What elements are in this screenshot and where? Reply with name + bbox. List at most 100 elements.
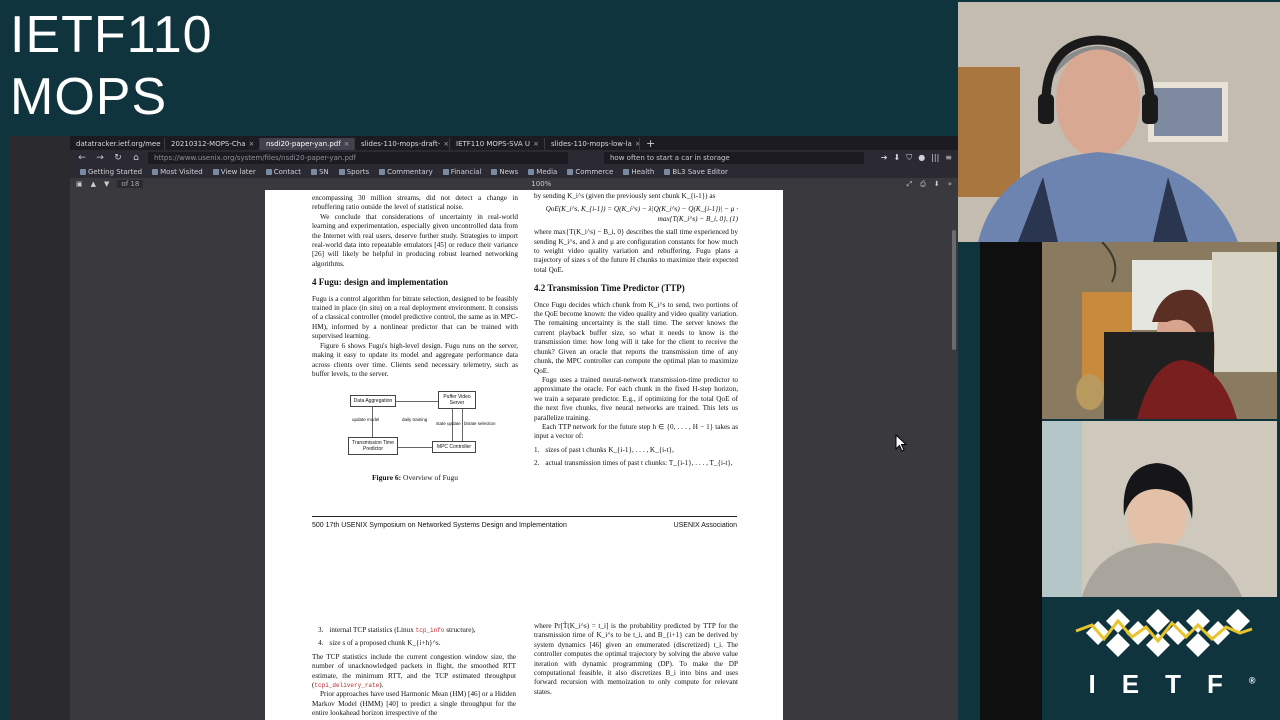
shared-browser-window: datatracker.ietf.org/mee× 20210312-MOPS-… xyxy=(10,136,958,720)
paragraph: We conclude that considerations of uncer… xyxy=(312,212,518,268)
new-tab-button[interactable]: + xyxy=(640,138,661,150)
arrow-icon[interactable]: ➔ xyxy=(881,153,888,163)
fullscreen-icon[interactable]: ⤢ xyxy=(907,180,913,189)
prev-page-icon[interactable]: ▲ xyxy=(91,180,96,188)
bookmark-media[interactable]: Media xyxy=(528,168,557,176)
logo-mark-icon xyxy=(1075,609,1253,657)
bookmark-commerce[interactable]: Commerce xyxy=(567,168,613,176)
tab-datatracker[interactable]: datatracker.ietf.org/mee× xyxy=(70,138,165,150)
account-icon[interactable]: ● xyxy=(918,153,925,163)
bookmark-label: Getting Started xyxy=(88,168,143,176)
figure-arrow xyxy=(462,409,463,442)
tab-mops-sva[interactable]: IETF110 MOPS-SVA U × xyxy=(450,138,545,150)
caption-label: Figure 6: xyxy=(371,473,402,483)
bookmark-commentary[interactable]: Commentary xyxy=(379,168,433,176)
close-icon[interactable]: × xyxy=(443,138,449,150)
pdf-tools: ⤢ ⎙ ⬇ » xyxy=(907,180,952,189)
home-icon[interactable]: ⌂ xyxy=(130,153,142,163)
bookmark-label: Most Visited xyxy=(160,168,203,176)
tab-bar: datatracker.ietf.org/mee× 20210312-MOPS-… xyxy=(70,136,958,150)
scrollbar[interactable] xyxy=(952,230,956,350)
meeting-title: IETF110 MOPS xyxy=(10,4,213,128)
bookmark-most-visited[interactable]: Most Visited xyxy=(152,168,203,176)
tab-label: slides-110-mops-low-la xyxy=(551,140,632,148)
tab-mops-chat[interactable]: 20210312-MOPS-Cha × xyxy=(165,138,260,150)
bookmark-label: BL3 Save Editor xyxy=(672,168,728,176)
menu-icon[interactable]: ≡ xyxy=(945,153,952,163)
download-icon[interactable]: ⬇ xyxy=(894,153,901,163)
list-number: 3. xyxy=(318,626,324,634)
meeting-title-line1: IETF110 xyxy=(10,6,213,64)
list-text: actual transmission times of past t chun… xyxy=(545,459,733,468)
tab-label: IETF110 MOPS-SVA U xyxy=(456,140,531,148)
tab-slides-draft[interactable]: slides-110-mops-draft- × xyxy=(355,138,450,150)
paragraph: Fugu is a control algorithm for bitrate … xyxy=(312,294,518,341)
tab-nsdi-paper[interactable]: nsdi20-paper-yan.pdf × xyxy=(260,138,355,150)
paragraph: Figure 6 shows Fugu's high-level design.… xyxy=(312,341,518,378)
back-icon[interactable]: ← xyxy=(76,153,88,163)
sidebar-toggle-icon[interactable]: ▣ xyxy=(76,180,83,188)
figure-label: state update xyxy=(436,421,461,427)
bookmark-sports[interactable]: Sports xyxy=(338,168,370,176)
participant-video-1[interactable] xyxy=(958,2,1280,242)
figure-arrow xyxy=(396,401,438,403)
bookmark-label: Sports xyxy=(346,168,370,176)
text: ). xyxy=(379,681,384,690)
bookmark-icon xyxy=(442,169,449,175)
bookmarks-bar: Getting Started Most Visited View later … xyxy=(70,166,958,178)
bookmark-label: SN xyxy=(318,168,329,176)
zoom-select[interactable]: 100% xyxy=(531,180,551,188)
next-page-icon[interactable]: ▼ xyxy=(104,180,109,188)
bookmark-icon xyxy=(212,169,219,175)
list-item: 4. size s of a proposed chunk K_{i+h}^s. xyxy=(312,639,516,648)
bookmark-label: Commentary xyxy=(387,168,433,176)
print-icon[interactable]: ⎙ xyxy=(920,180,926,189)
bookmark-bl3-save-editor[interactable]: BL3 Save Editor xyxy=(664,168,728,176)
paragraph: where Pr[T̂(K_i^s) = t_i] is the probabi… xyxy=(534,622,738,696)
bookmark-financial[interactable]: Financial xyxy=(442,168,481,176)
equation-number: (1) xyxy=(729,214,738,223)
close-icon[interactable]: × xyxy=(533,138,539,150)
left-column: 3. internal TCP statistics (Linux tcp_inf… xyxy=(312,622,516,719)
forward-icon[interactable]: → xyxy=(94,153,106,163)
list-text: size s of a proposed chunk K_{i+h}^s. xyxy=(329,639,441,648)
bookmark-news[interactable]: News xyxy=(491,168,518,176)
bookmark-health[interactable]: Health xyxy=(623,168,654,176)
participant-video-3[interactable] xyxy=(1042,421,1277,597)
search-input[interactable]: how often to start a car in storage xyxy=(604,152,864,164)
caption-text: Overview of Fugu xyxy=(401,473,459,483)
ietf-wordmark: IETF® xyxy=(1042,669,1280,700)
bookmark-getting-started[interactable]: Getting Started xyxy=(80,168,142,176)
code: tcpi_delivery_rate xyxy=(314,682,380,690)
figure-label: daily training xyxy=(402,417,428,423)
toolbar-icons: ➔ ⬇ ⛉ ● ||| ≡ xyxy=(881,153,952,163)
cursor-icon xyxy=(895,434,907,452)
save-icon[interactable]: ⬇ xyxy=(934,180,940,189)
close-icon[interactable]: × xyxy=(249,138,255,150)
bookmark-sn[interactable]: SN xyxy=(310,168,329,176)
bookmark-view-later[interactable]: View later xyxy=(212,168,256,176)
bookmark-icon xyxy=(623,169,630,175)
bookmark-icon xyxy=(491,169,498,175)
list-item: 3. internal TCP statistics (Linux tcp_inf… xyxy=(312,626,516,635)
bookmark-contact[interactable]: Contact xyxy=(265,168,301,176)
participant-video-2[interactable] xyxy=(1042,242,1277,419)
logo-text: IETF xyxy=(1088,669,1249,699)
address-bar[interactable]: https://www.usenix.org/system/files/nsdi… xyxy=(148,152,568,164)
reload-icon[interactable]: ↻ xyxy=(112,153,124,163)
tab-slides-low-latency[interactable]: slides-110-mops-low-la× xyxy=(545,138,640,150)
footer-left: 500 17th USENIX Symposium on Networked S… xyxy=(312,522,567,529)
library-icon[interactable]: ||| xyxy=(931,153,939,163)
navigation-bar: ← → ↻ ⌂ https://www.usenix.org/system/fi… xyxy=(70,150,958,166)
list-number: 2. xyxy=(534,459,540,468)
figure-arrow xyxy=(398,447,432,449)
more-tools-icon[interactable]: » xyxy=(948,180,952,189)
page-counter[interactable]: of 18 xyxy=(117,180,144,188)
registered-mark: ® xyxy=(1248,675,1256,686)
figure-caption: Figure 6: Overview of Fugu xyxy=(312,473,518,482)
list-number: 1. xyxy=(534,445,540,454)
shield-icon[interactable]: ⛉ xyxy=(906,153,912,163)
figure-box: MPC Controller xyxy=(432,441,476,454)
pdf-viewer[interactable]: encompassing 30 million streams, did not… xyxy=(70,190,958,720)
close-icon[interactable]: × xyxy=(344,138,350,150)
